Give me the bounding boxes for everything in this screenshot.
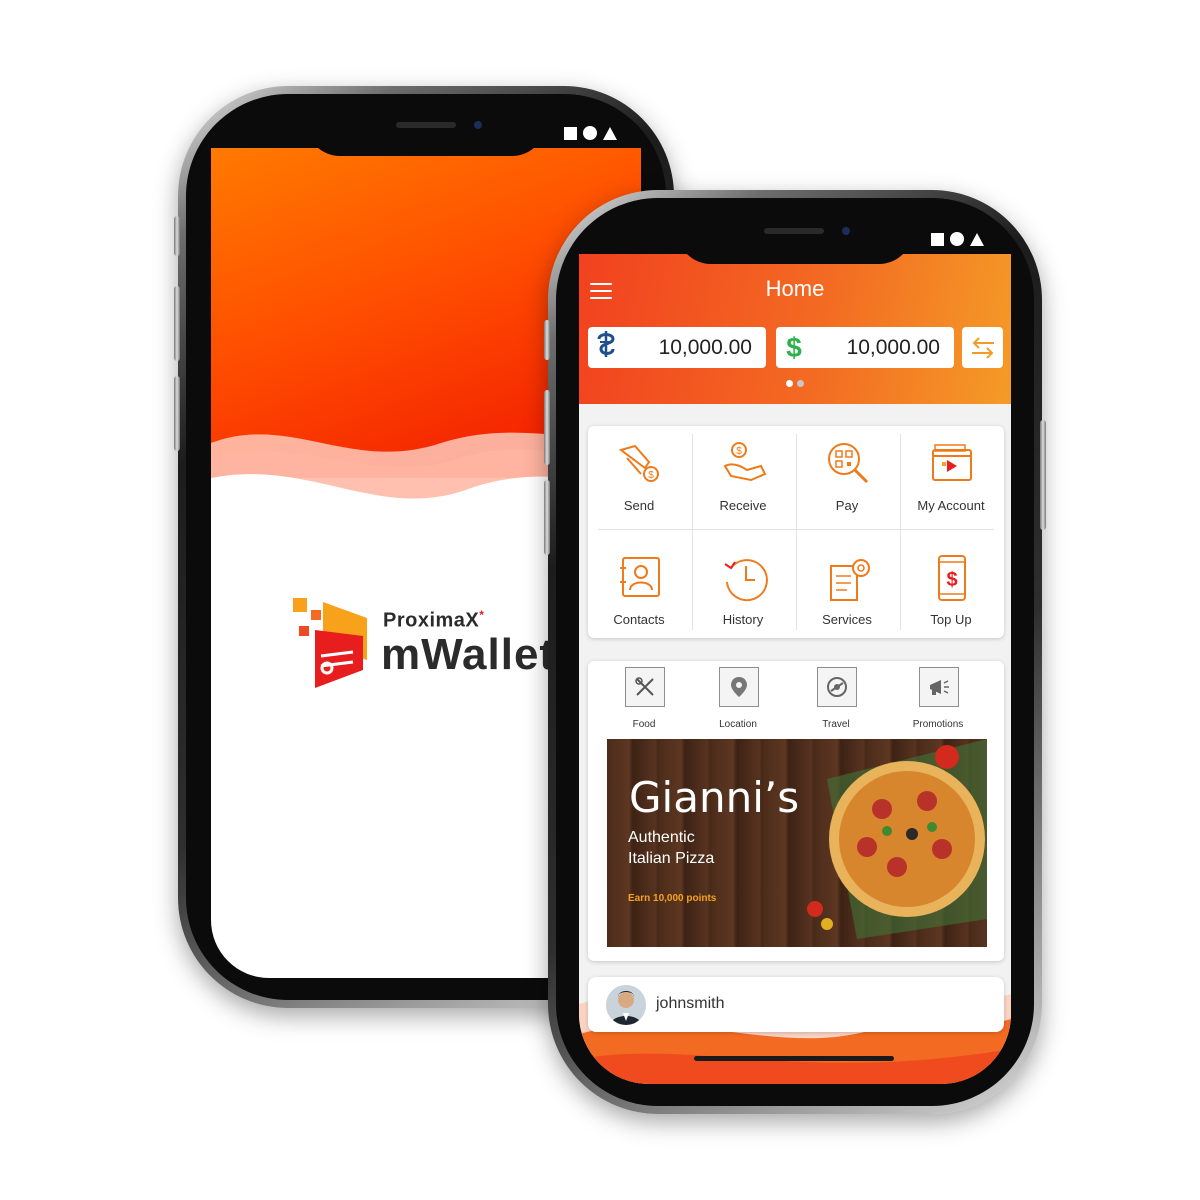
username: johnsmith xyxy=(656,995,725,1012)
balance-card-xpx[interactable]: 10,000.00 xyxy=(588,327,766,368)
carousel-dot[interactable] xyxy=(797,380,804,387)
action-pay[interactable]: Pay xyxy=(796,430,898,530)
balance-card-usd[interactable]: $ 10,000.00 xyxy=(776,327,954,368)
status-bar-icons xyxy=(931,232,984,246)
home-screen: Home 10,000.00 $ 10,000.00 $ Send $ Rece… xyxy=(579,254,1011,1084)
qr-pay-icon xyxy=(828,443,869,484)
user-profile-card[interactable]: johnsmith xyxy=(588,977,1004,1032)
category-travel[interactable]: Travel xyxy=(796,667,876,737)
status-bar-icons xyxy=(564,126,617,140)
action-history[interactable]: History xyxy=(692,544,794,644)
services-icon xyxy=(830,559,870,601)
balance-amount-usd: 10,000.00 xyxy=(846,335,940,359)
category-label: Food xyxy=(632,719,656,730)
send-money-icon: $ xyxy=(618,444,659,482)
triangle-icon xyxy=(970,232,984,246)
action-label: Top Up xyxy=(930,612,972,627)
carousel-dots xyxy=(786,380,804,387)
mute-switch xyxy=(544,320,550,360)
mute-switch xyxy=(174,216,180,256)
wallet-logo-icon xyxy=(293,598,367,688)
category-food[interactable]: Food xyxy=(604,667,684,737)
front-camera xyxy=(474,121,482,129)
promo-banner[interactable]: Gianni’s Authentic Italian Pizza Earn 10… xyxy=(607,739,987,947)
action-label: Receive xyxy=(719,498,767,513)
volume-up-button xyxy=(174,286,180,361)
home-header: Home 10,000.00 $ 10,000.00 xyxy=(579,254,1011,404)
action-label: History xyxy=(722,612,764,627)
top-up-icon: $ xyxy=(938,555,966,601)
triangle-icon xyxy=(603,126,617,140)
action-label: Pay xyxy=(835,498,859,513)
square-icon xyxy=(564,126,577,140)
banner-points: Earn 10,000 points xyxy=(628,893,717,904)
actions-grid: $ Send $ Receive Pay My Account Contacts… xyxy=(588,426,1004,638)
action-send[interactable]: $ Send xyxy=(588,430,690,530)
promotions-card: Food Location Travel Promotions Gianni’s… xyxy=(588,661,1004,961)
action-label: Contacts xyxy=(613,612,665,627)
xpx-currency-icon xyxy=(588,329,624,366)
category-label: Location xyxy=(719,719,757,730)
front-camera xyxy=(842,227,850,235)
action-label: Services xyxy=(822,612,872,627)
promotions-icon xyxy=(919,667,959,707)
banner-subtitle: Authentic Italian Pizza xyxy=(628,827,714,869)
category-label: Promotions xyxy=(912,719,964,730)
avatar xyxy=(606,985,646,1025)
banner-line-2: Italian Pizza xyxy=(628,850,715,867)
stage: ProximaX* mWallet Home 10,000.00 $ 10,00… xyxy=(0,0,1200,1200)
brand-name-small: ProximaX* xyxy=(383,608,485,632)
phone-home: Home 10,000.00 $ 10,000.00 $ Send $ Rece… xyxy=(544,190,1046,1114)
action-contacts[interactable]: Contacts xyxy=(588,544,690,644)
svg-text:$: $ xyxy=(736,446,742,457)
action-receive[interactable]: $ Receive xyxy=(692,430,794,530)
category-promotions[interactable]: Promotions xyxy=(898,667,978,737)
square-icon xyxy=(931,232,944,246)
banner-line-1: Authentic xyxy=(628,829,695,846)
svg-text:$: $ xyxy=(946,569,957,591)
action-top-up[interactable]: $ Top Up xyxy=(900,544,1002,644)
contacts-icon xyxy=(620,557,660,597)
receive-money-icon: $ xyxy=(723,442,767,482)
category-label: Travel xyxy=(822,719,850,730)
speaker xyxy=(764,228,824,234)
swap-arrows-icon xyxy=(971,336,994,359)
carousel-dot-active[interactable] xyxy=(786,380,793,387)
travel-icon xyxy=(817,667,857,707)
location-icon xyxy=(719,667,759,707)
volume-down-button xyxy=(174,376,180,451)
swap-currency-button[interactable] xyxy=(962,327,1003,368)
category-location[interactable]: Location xyxy=(698,667,778,737)
action-label: My Account xyxy=(917,498,985,513)
pizza-image xyxy=(807,739,987,939)
home-indicator[interactable] xyxy=(694,1056,894,1061)
banner-title: Gianni’s xyxy=(629,773,800,822)
brand-name-big: mWallet xyxy=(381,630,556,679)
action-label: Send xyxy=(623,498,655,513)
wallet-account-icon xyxy=(932,444,972,481)
power-button xyxy=(1040,420,1046,530)
action-services[interactable]: Services xyxy=(796,544,898,644)
volume-down-button xyxy=(544,480,550,555)
svg-text:$: $ xyxy=(648,470,654,481)
circle-icon xyxy=(583,126,597,140)
history-icon xyxy=(724,559,768,602)
volume-up-button xyxy=(544,390,550,465)
page-title: Home xyxy=(765,276,825,301)
circle-icon xyxy=(950,232,964,246)
action-my-account[interactable]: My Account xyxy=(900,430,1002,530)
speaker xyxy=(396,122,456,128)
balance-amount-xpx: 10,000.00 xyxy=(658,335,752,359)
food-icon xyxy=(625,667,665,707)
dollar-icon: $ xyxy=(786,331,802,363)
